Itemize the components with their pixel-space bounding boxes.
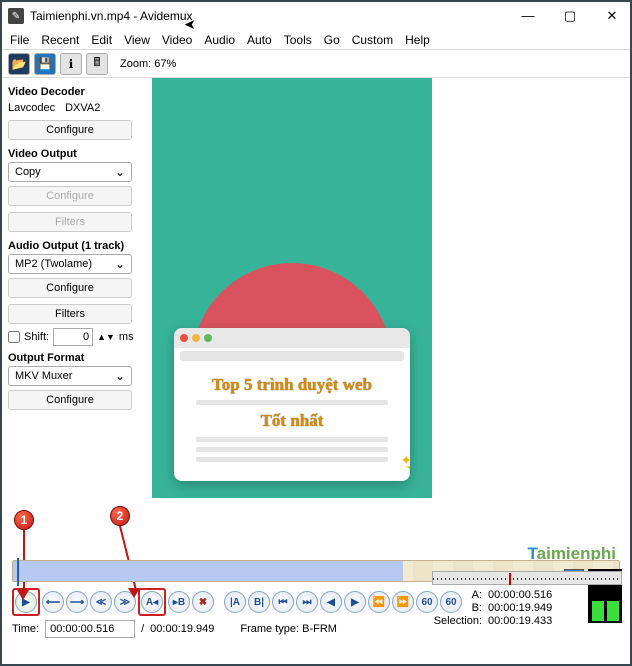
maximize-button[interactable]: ▢: [558, 8, 582, 24]
next-button[interactable]: ⟶: [66, 591, 88, 613]
shift-unit: ms: [119, 331, 134, 343]
dot-red-icon: [180, 334, 188, 342]
goto-a-button[interactable]: |A: [224, 591, 246, 613]
menu-video[interactable]: Video: [162, 33, 192, 47]
prev-black-button[interactable]: ◀: [320, 591, 342, 613]
rewind-button[interactable]: ≪: [90, 591, 112, 613]
time-field[interactable]: 00:00:00.516: [45, 620, 135, 638]
menu-auto[interactable]: Auto: [247, 33, 272, 47]
callout-2: 2: [110, 506, 130, 526]
delete-button[interactable]: ✖: [192, 591, 214, 613]
dot-green-icon: [204, 334, 212, 342]
video-canvas: Top 5 trình duyệt web Tốt nhất ✦ ➤: [152, 78, 432, 498]
output-format-select[interactable]: MKV Muxer: [8, 366, 132, 386]
headline1: Top 5 trình duyệt web: [186, 374, 398, 395]
open-icon[interactable]: 📂: [8, 53, 30, 75]
audio-filters-button[interactable]: Filters: [8, 304, 132, 324]
dur-sep: /: [141, 623, 144, 635]
scale-slider[interactable]: [432, 571, 622, 585]
arrow-1-head-icon: [17, 590, 29, 600]
a-label: A:: [432, 589, 482, 601]
main-area: Video Decoder Lavcodec DXVA2 Configure V…: [2, 78, 630, 508]
format-configure-button[interactable]: Configure: [8, 390, 132, 410]
video-filters-button: Filters: [8, 212, 132, 232]
save-icon[interactable]: 💾: [34, 53, 56, 75]
menu-edit[interactable]: Edit: [91, 33, 112, 47]
timeline-selection: [13, 561, 403, 581]
menu-view[interactable]: View: [124, 33, 150, 47]
sel-label: Selection:: [432, 615, 482, 627]
menu-bar: File Recent Edit View Video Audio Auto T…: [2, 30, 630, 50]
first-frame-button[interactable]: ⏪: [368, 591, 390, 613]
timeline-cursor[interactable]: [17, 558, 19, 586]
urlbar: [180, 351, 404, 361]
next-black-button[interactable]: ▶: [344, 591, 366, 613]
arrow-2-head-icon: [128, 588, 140, 598]
menu-audio[interactable]: Audio: [204, 33, 235, 47]
menu-file[interactable]: File: [10, 33, 29, 47]
next-key-button[interactable]: ⏭: [296, 591, 318, 613]
shift-label: Shift:: [24, 331, 49, 343]
video-output-label: Video Output: [8, 148, 146, 160]
ab-panel: 🔊 A:00:00:00.516 B:00:00:19.949 Selectio…: [432, 571, 622, 628]
last-frame-button[interactable]: ⏩: [392, 591, 414, 613]
shift-checkbox[interactable]: [8, 331, 20, 343]
window-buttons: — ▢ ✕: [516, 8, 624, 24]
shift-row: Shift: 0 ▲▼ ms: [8, 328, 146, 346]
output-format-label: Output Format: [8, 352, 146, 364]
title-bar: ✎ Taimienphi.vn.mp4 - Avidemux — ▢ ✕: [2, 2, 630, 30]
b-label: B:: [432, 602, 482, 614]
headline2: Tốt nhất: [186, 410, 398, 431]
set-a-button[interactable]: A◂: [141, 591, 163, 613]
side-panel: Video Decoder Lavcodec DXVA2 Configure V…: [2, 78, 152, 508]
menu-help[interactable]: Help: [405, 33, 430, 47]
decoder-configure-button[interactable]: Configure: [8, 120, 132, 140]
decoder-name: Lavcodec: [8, 102, 55, 114]
browser-illustration: Top 5 trình duyệt web Tốt nhất ✦ ➤: [174, 328, 410, 481]
menu-tools[interactable]: Tools: [284, 33, 312, 47]
audio-output-select[interactable]: MP2 (Twolame): [8, 254, 132, 274]
prev-button[interactable]: ⟵: [42, 591, 64, 613]
minimize-button[interactable]: —: [516, 8, 540, 24]
audio-output-label: Audio Output (1 track): [8, 240, 146, 252]
preview-area: Top 5 trình duyệt web Tốt nhất ✦ ➤: [152, 78, 630, 508]
decoder-label: Video Decoder: [8, 86, 146, 98]
menu-recent[interactable]: Recent: [41, 33, 79, 47]
info-icon[interactable]: ℹ: [60, 53, 82, 75]
app-icon: ✎: [8, 8, 24, 24]
browser-top: [174, 328, 410, 348]
cursor-icon: ➤: [184, 16, 196, 33]
highlight-box-2: A◂: [138, 588, 166, 616]
window-title: Taimienphi.vn.mp4 - Avidemux: [30, 9, 516, 23]
dur-value: 00:00:19.949: [150, 623, 214, 635]
callout-1: 1: [14, 510, 34, 530]
zoom-label: Zoom: 67%: [120, 58, 176, 70]
close-button[interactable]: ✕: [600, 8, 624, 24]
goto-b-button[interactable]: B|: [248, 591, 270, 613]
set-b-button[interactable]: ▸B: [168, 591, 190, 613]
prev-key-button[interactable]: ⏮: [272, 591, 294, 613]
audio-configure-button[interactable]: Configure: [8, 278, 132, 298]
menu-go[interactable]: Go: [324, 33, 340, 47]
dot-yellow-icon: [192, 334, 200, 342]
shift-spinner[interactable]: 0: [53, 328, 93, 346]
menu-custom[interactable]: Custom: [352, 33, 393, 47]
frame-type: Frame type: B-FRM: [240, 623, 337, 635]
tool-bar: 📂 💾 ℹ 🖩 Zoom: 67%: [2, 50, 630, 78]
decoder-hw: DXVA2: [65, 102, 100, 114]
video-configure-button: Configure: [8, 186, 132, 206]
time-label: Time:: [12, 623, 39, 635]
calc-icon[interactable]: 🖩: [86, 53, 108, 75]
video-output-select[interactable]: Copy: [8, 162, 132, 182]
